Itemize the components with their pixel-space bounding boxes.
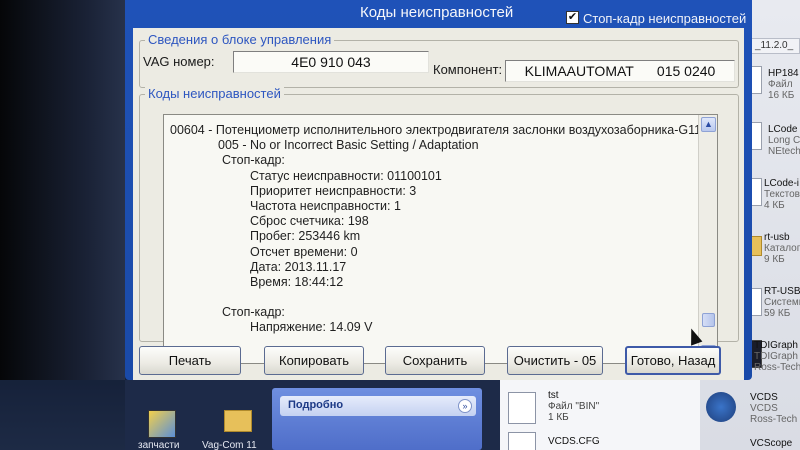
explorer-item[interactable]: LCode Long Co NEtech — [768, 124, 800, 157]
chevron-down-icon[interactable]: » — [458, 399, 472, 413]
fault-code-line: Стоп-кадр: — [222, 305, 285, 320]
copy-button[interactable]: Копировать — [264, 346, 364, 375]
fault-code-line: Приоритет неисправности: 3 — [250, 183, 417, 198]
explorer-item[interactable]: rt-usb Каталог 9 КБ — [764, 232, 800, 265]
scroll-thumb[interactable] — [702, 313, 715, 327]
vag-number-field[interactable]: 4E0 910 043 — [233, 51, 429, 73]
screen-bezel — [0, 0, 125, 380]
desktop-icon-label[interactable]: запчасти — [138, 440, 180, 450]
fault-code-line: 005 - No or Incorrect Basic Setting / Ad… — [218, 138, 479, 153]
fault-code-line: Стоп-кадр: — [222, 153, 285, 168]
file-item[interactable]: tst Файл "BIN" 1 КБ — [548, 390, 599, 423]
explorer-item[interactable]: RT-USB Системн 59 КБ — [764, 286, 800, 319]
dialog-client: Сведения о блоке управления VAG номер: 4… — [133, 28, 744, 380]
fault-codes-legend: Коды неисправностей — [145, 86, 284, 101]
fault-code-line: Статус неисправности: 01100101 — [250, 168, 442, 183]
vertical-scrollbar[interactable]: ▲ ▼ — [698, 115, 717, 363]
fault-code-line: Дата: 2013.11.17 — [250, 259, 347, 274]
print-button[interactable]: Печать — [139, 346, 241, 375]
fault-code-line: Отсчет времени: 0 — [250, 244, 358, 259]
shortcut-icon[interactable] — [148, 410, 176, 438]
folder-icon[interactable] — [224, 410, 252, 432]
scroll-up-icon[interactable]: ▲ — [701, 117, 716, 132]
dialog-title: Коды неисправностей — [360, 4, 514, 21]
component-field[interactable]: KLIMAAUTOMAT 015 0240 — [505, 60, 735, 82]
cfg-file-icon[interactable] — [508, 432, 536, 450]
fault-code-line: Напряжение: 14.09 V — [250, 320, 373, 335]
component-label: Компонент: — [433, 62, 503, 77]
explorer-item[interactable]: VCScope — [750, 438, 800, 449]
title-bar[interactable]: Коды неисправностей ✔ Стоп-кадр неисправ… — [125, 0, 752, 28]
fault-codes-dialog: Коды неисправностей ✔ Стоп-кадр неисправ… — [125, 0, 752, 380]
stopframe-label[interactable]: Стоп-кадр неисправностей — [583, 11, 746, 26]
explorer-path[interactable]: _11.2.0_ — [750, 38, 800, 54]
explorer-item[interactable]: LCode-i Текстов 4 КБ — [764, 178, 800, 211]
stopframe-checkbox[interactable]: ✔ — [566, 11, 579, 24]
done-back-button[interactable]: Готово, Назад — [625, 346, 721, 375]
clear-button[interactable]: Очистить - 05 — [507, 346, 603, 375]
fault-codes-text: 00604 - Потенциометр исполнительного эле… — [170, 123, 700, 336]
explorer-item[interactable]: HP184 Файл 16 КБ — [768, 68, 800, 101]
fault-codes-textbox[interactable]: 00604 - Потенциометр исполнительного эле… — [163, 114, 718, 364]
control-unit-legend: Сведения о блоке управления — [145, 32, 335, 47]
fault-code-line — [170, 290, 700, 305]
fault-code-line: 00604 - Потенциометр исполнительного эле… — [170, 123, 700, 137]
fault-code-line: Частота неисправности: 1 — [250, 199, 401, 214]
save-button[interactable]: Сохранить — [385, 346, 485, 375]
fault-code-line: Пробег: 253446 km — [250, 229, 361, 244]
vag-number-label: VAG номер: — [143, 54, 215, 69]
vcds-icon[interactable] — [706, 392, 736, 422]
details-label[interactable]: Подробно — [288, 399, 343, 411]
bin-file-icon[interactable] — [508, 392, 536, 424]
desktop-icon-label[interactable]: Vag-Com 11 — [202, 440, 257, 450]
explorer-item[interactable]: TDIGraph TDIGraph Ross-Tech — [754, 340, 800, 373]
explorer-item[interactable]: VCDS VCDS Ross-Tech — [750, 392, 800, 425]
fault-code-line: Сброс счетчика: 198 — [250, 214, 369, 229]
file-item[interactable]: VCDS.CFG — [548, 436, 600, 447]
fault-code-line: Время: 18:44:12 — [250, 275, 344, 290]
